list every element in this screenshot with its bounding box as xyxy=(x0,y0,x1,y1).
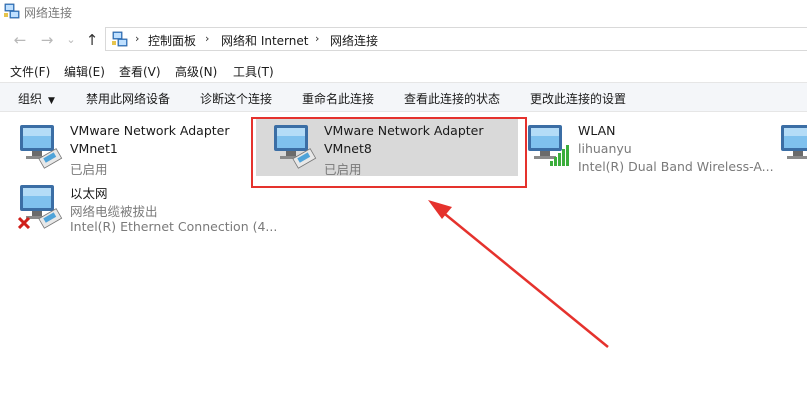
breadcrumb-separator: › xyxy=(135,32,140,45)
window-title: 网络连接 xyxy=(24,6,73,20)
menu-view[interactable]: 查看(V) xyxy=(119,63,161,80)
address-bar[interactable]: › 控制面板 › 网络和 Internet › 网络连接 xyxy=(105,27,807,51)
breadcrumb-network-connections[interactable]: 网络连接 xyxy=(330,32,378,49)
connection-network: VMnet1 xyxy=(70,141,118,156)
breadcrumb-network-internet[interactable]: 网络和 Internet xyxy=(221,32,308,49)
network-connections-icon xyxy=(4,3,20,19)
ethernet-disconnected-icon xyxy=(18,185,63,229)
back-arrow-icon[interactable]: ← xyxy=(11,31,29,49)
connection-item-wlan[interactable]: WLAN lihuanyu Intel(R) Dual Band Wireles… xyxy=(526,123,774,175)
recent-locations-chevron-icon[interactable]: ⌄ xyxy=(62,31,80,49)
menu-tools[interactable]: 工具(T) xyxy=(233,63,274,80)
menu-bar: 文件(F) 编辑(E) 查看(V) 高级(N) 工具(T) xyxy=(0,60,807,80)
organize-label: 组织 xyxy=(18,92,43,106)
connection-item-ethernet[interactable]: 以太网 网络电缆被拔出 Intel(R) Ethernet Connection… xyxy=(18,183,277,235)
organize-button[interactable]: 组织 ▼ xyxy=(18,90,55,107)
connection-item-vmnet1[interactable]: VMware Network Adapter VMnet1 已启用 xyxy=(18,123,248,177)
diagnose-connection-button[interactable]: 诊断这个连接 xyxy=(200,90,272,107)
network-adapter-icon[interactable] xyxy=(779,123,807,169)
rename-connection-button[interactable]: 重命名此连接 xyxy=(302,90,374,107)
up-arrow-icon[interactable]: ↑ xyxy=(83,31,101,49)
wireless-adapter-icon xyxy=(528,125,569,166)
address-row: ← → ⌄ ↑ › 控制面板 › 网络和 Internet › 网络连接 xyxy=(0,26,807,54)
annotation-highlight-box xyxy=(251,117,527,188)
connection-name: VMware Network Adapter xyxy=(70,123,230,138)
connection-name: WLAN xyxy=(578,123,616,138)
network-connections-icon xyxy=(112,31,128,47)
breadcrumb-control-panel[interactable]: 控制面板 xyxy=(148,32,196,49)
network-adapter-icon xyxy=(20,125,63,169)
connection-device: Intel(R) Dual Band Wireless-A... xyxy=(578,159,774,174)
chevron-down-icon: ▼ xyxy=(48,96,55,106)
disable-device-button[interactable]: 禁用此网络设备 xyxy=(86,90,170,107)
menu-file[interactable]: 文件(F) xyxy=(10,63,50,80)
breadcrumb-separator[interactable]: › xyxy=(315,32,319,45)
forward-arrow-icon[interactable]: → xyxy=(38,31,56,49)
change-settings-button[interactable]: 更改此连接的设置 xyxy=(530,90,626,107)
connection-name: 以太网 xyxy=(70,186,108,201)
connection-network: lihuanyu xyxy=(578,141,632,156)
breadcrumb-separator[interactable]: › xyxy=(205,32,209,45)
menu-edit[interactable]: 编辑(E) xyxy=(64,63,105,80)
connection-device: Intel(R) Ethernet Connection (4... xyxy=(70,219,278,234)
command-toolbar: 组织 ▼ 禁用此网络设备 诊断这个连接 重命名此连接 查看此连接的状态 更改此连接… xyxy=(0,82,807,112)
title-bar: 网络连接 xyxy=(0,0,807,24)
view-status-button[interactable]: 查看此连接的状态 xyxy=(404,90,500,107)
connection-status: 已启用 xyxy=(70,162,108,177)
menu-advanced[interactable]: 高级(N) xyxy=(175,63,217,80)
connection-network: 网络电缆被拔出 xyxy=(70,204,158,219)
